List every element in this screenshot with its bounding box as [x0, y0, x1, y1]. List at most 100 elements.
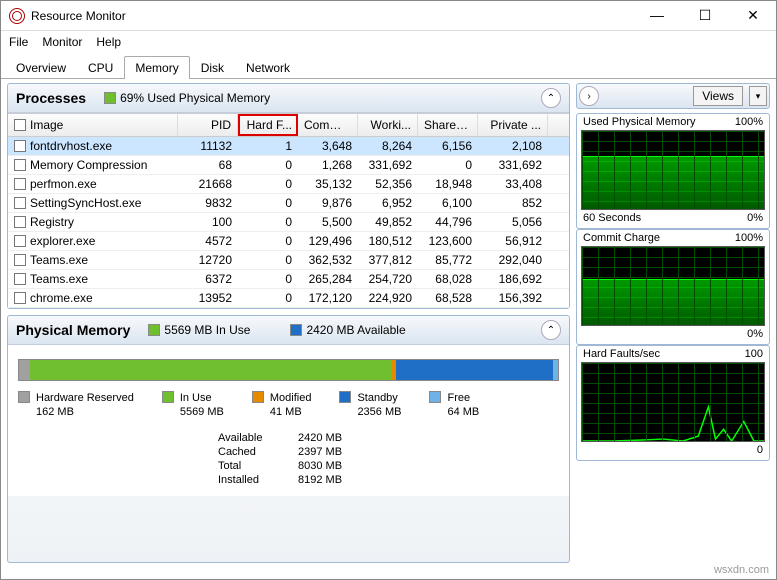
- legend-color-icon: [18, 391, 30, 403]
- memory-bar: [18, 359, 559, 381]
- row-checkbox[interactable]: [14, 235, 26, 247]
- menu-file[interactable]: File: [9, 35, 28, 49]
- physical-memory-panel: Physical Memory 5569 MB In Use 2420 MB A…: [7, 315, 570, 563]
- row-checkbox[interactable]: [14, 159, 26, 171]
- table-header: Image PID Hard F... Commi... Worki... Sh…: [8, 114, 569, 137]
- graph-foot-right: 0: [757, 444, 763, 456]
- cell-pid: 68: [178, 156, 238, 174]
- legend-color-icon: [339, 391, 351, 403]
- available-icon: [290, 324, 302, 336]
- cell-commit: 362,532: [298, 251, 358, 269]
- row-checkbox[interactable]: [14, 140, 26, 152]
- col-private[interactable]: Private ...: [478, 114, 548, 136]
- physmem-inuse-summary: 5569 MB In Use: [164, 323, 250, 337]
- bar-segment: [396, 360, 552, 380]
- table-row[interactable]: fontdrvhost.exe1113213,6488,2646,1562,10…: [8, 137, 569, 156]
- cell-pid: 6372: [178, 270, 238, 288]
- cell-working: 49,852: [358, 213, 418, 231]
- cell-hard: 0: [238, 232, 298, 250]
- cell-working: 8,264: [358, 137, 418, 155]
- process-name: Memory Compression: [30, 158, 147, 172]
- legend-value: 5569 MB: [180, 405, 224, 419]
- tab-overview[interactable]: Overview: [5, 56, 77, 79]
- select-all-checkbox[interactable]: [14, 119, 26, 131]
- col-pid[interactable]: PID: [178, 114, 238, 136]
- legend-value: 162 MB: [36, 405, 134, 419]
- table-row[interactable]: Memory Compression6801,268331,6920331,69…: [8, 156, 569, 175]
- bar-segment: [30, 360, 391, 380]
- cell-share: 44,796: [418, 213, 478, 231]
- inuse-icon: [148, 324, 160, 336]
- views-button[interactable]: Views: [693, 86, 743, 106]
- col-working[interactable]: Worki...: [358, 114, 418, 136]
- graph: Hard Faults/sec 100 0: [576, 345, 770, 461]
- table-row[interactable]: explorer.exe45720129,496180,512123,60056…: [8, 232, 569, 251]
- cell-private: 186,692: [478, 270, 548, 288]
- process-name: fontdrvhost.exe: [30, 139, 112, 153]
- graph-title: Used Physical Memory: [583, 116, 695, 128]
- table-row[interactable]: chrome.exe139520172,120224,92068,528156,…: [8, 289, 569, 308]
- cell-private: 2,108: [478, 137, 548, 155]
- table-row[interactable]: perfmon.exe21668035,13252,35618,94833,40…: [8, 175, 569, 194]
- row-checkbox[interactable]: [14, 216, 26, 228]
- row-checkbox[interactable]: [14, 254, 26, 266]
- cell-hard: 0: [238, 270, 298, 288]
- table-row[interactable]: Teams.exe127200362,532377,81285,772292,0…: [8, 251, 569, 270]
- graph-foot-left: 60 Seconds: [583, 212, 641, 224]
- cell-share: 85,772: [418, 251, 478, 269]
- legend-label: Free: [447, 391, 479, 405]
- process-name: SettingSyncHost.exe: [30, 196, 141, 210]
- collapse-processes-icon[interactable]: ⌃: [541, 88, 561, 108]
- cell-share: 68,528: [418, 289, 478, 307]
- graph-title: Commit Charge: [583, 232, 660, 244]
- cell-hard: 0: [238, 213, 298, 231]
- table-row[interactable]: SettingSyncHost.exe983209,8766,9526,1008…: [8, 194, 569, 213]
- cell-working: 180,512: [358, 232, 418, 250]
- minimize-button[interactable]: —: [642, 7, 672, 24]
- table-row[interactable]: Registry10005,50049,85244,7965,056: [8, 213, 569, 232]
- row-checkbox[interactable]: [14, 178, 26, 190]
- cell-share: 68,028: [418, 270, 478, 288]
- cell-commit: 265,284: [298, 270, 358, 288]
- graph-max: 100: [745, 348, 763, 360]
- table-row[interactable]: Teams.exe63720265,284254,72068,028186,69…: [8, 270, 569, 289]
- close-button[interactable]: ✕: [738, 7, 768, 24]
- cell-share: 6,100: [418, 194, 478, 212]
- process-name: Teams.exe: [30, 253, 88, 267]
- row-checkbox[interactable]: [14, 273, 26, 285]
- maximize-button[interactable]: ☐: [690, 7, 720, 24]
- process-name: chrome.exe: [30, 291, 93, 305]
- menu-monitor[interactable]: Monitor: [42, 35, 82, 49]
- col-hard-faults[interactable]: Hard F...: [238, 114, 298, 136]
- col-shareable[interactable]: Sharea...: [418, 114, 478, 136]
- legend-color-icon: [162, 391, 174, 403]
- tab-disk[interactable]: Disk: [190, 56, 235, 79]
- cell-private: 331,692: [478, 156, 548, 174]
- legend-item: In Use5569 MB: [162, 391, 224, 420]
- cell-commit: 5,500: [298, 213, 358, 231]
- collapse-physmem-icon[interactable]: ⌃: [541, 320, 561, 340]
- col-image[interactable]: Image: [8, 114, 178, 136]
- legend-item: Modified41 MB: [252, 391, 312, 420]
- row-checkbox[interactable]: [14, 197, 26, 209]
- cell-pid: 13952: [178, 289, 238, 307]
- graph-title: Hard Faults/sec: [583, 348, 660, 360]
- tab-cpu[interactable]: CPU: [77, 56, 124, 79]
- legend-item: Free64 MB: [429, 391, 479, 420]
- cell-share: 0: [418, 156, 478, 174]
- cell-private: 852: [478, 194, 548, 212]
- tab-memory[interactable]: Memory: [124, 56, 189, 79]
- tab-network[interactable]: Network: [235, 56, 301, 79]
- processes-panel: Processes 69% Used Physical Memory ⌃ Ima…: [7, 83, 570, 309]
- cell-commit: 35,132: [298, 175, 358, 193]
- row-checkbox[interactable]: [14, 292, 26, 304]
- graph: Commit Charge100%0%: [576, 229, 770, 345]
- legend-label: Hardware Reserved: [36, 391, 134, 405]
- expand-right-icon[interactable]: ›: [579, 86, 599, 106]
- col-commit[interactable]: Commi...: [298, 114, 358, 136]
- legend-item: Hardware Reserved162 MB: [18, 391, 134, 420]
- legend-value: 2356 MB: [357, 405, 401, 419]
- views-dropdown-icon[interactable]: ▾: [749, 86, 767, 106]
- cell-private: 156,392: [478, 289, 548, 307]
- menu-help[interactable]: Help: [96, 35, 121, 49]
